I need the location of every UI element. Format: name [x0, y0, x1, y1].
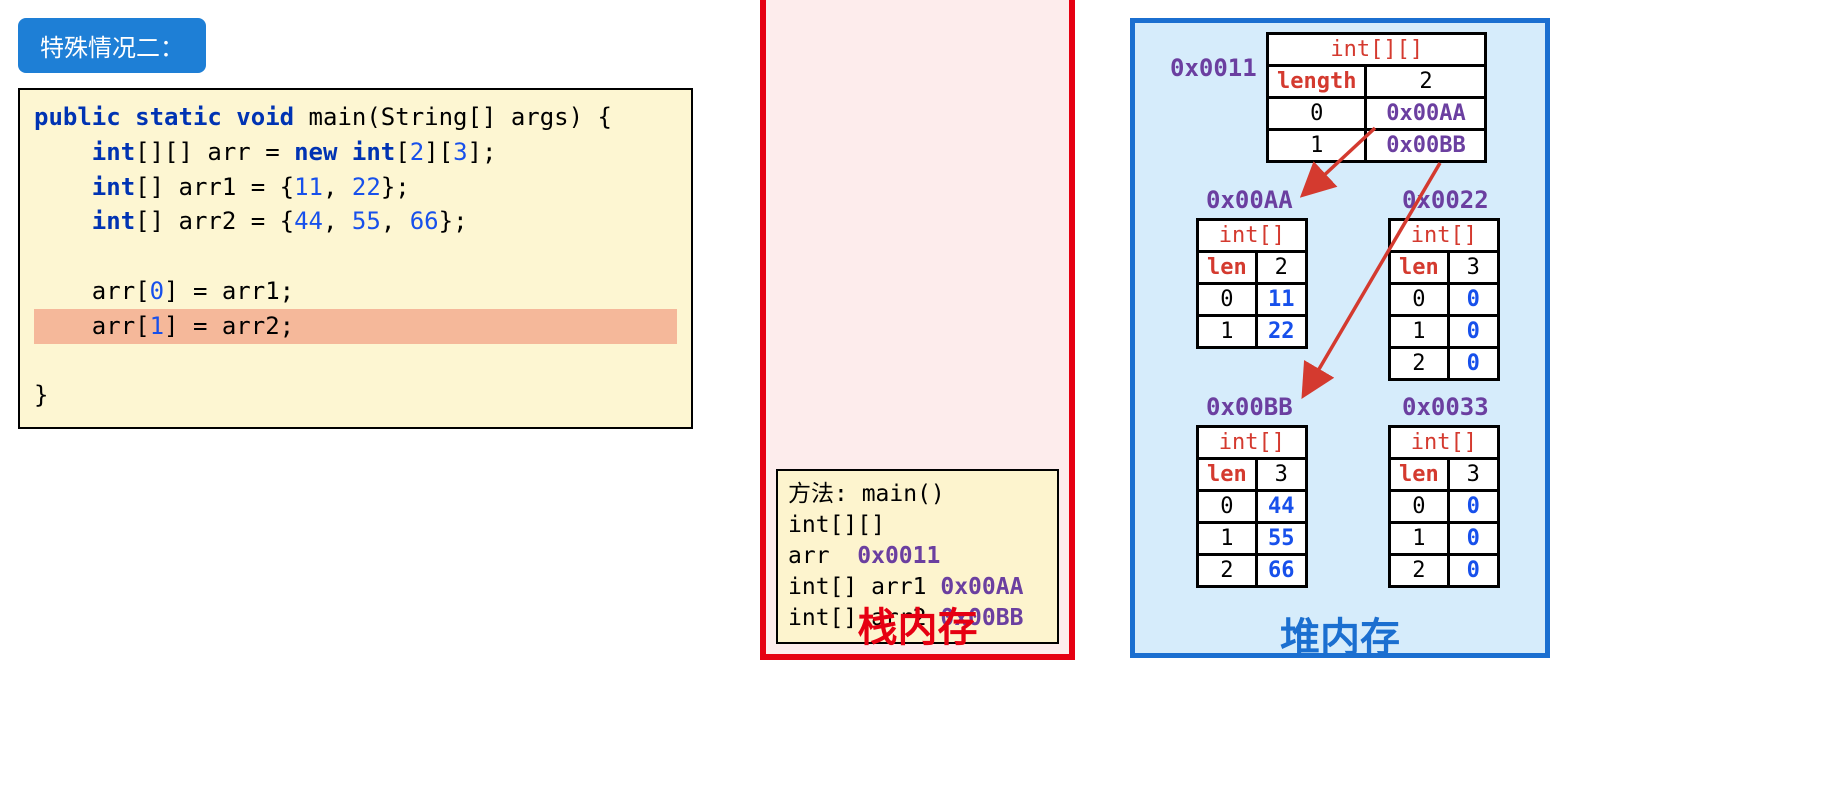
code-text: main(String[] args) { [294, 103, 612, 131]
code-type: int [92, 138, 135, 166]
addr-label-0011: 0x0011 [1170, 54, 1257, 82]
addr-label-0033: 0x0033 [1402, 393, 1489, 421]
addr-label-00BB: 0x00BB [1206, 393, 1293, 421]
heap-table-00AA: int[] len2 011 122 [1196, 218, 1308, 349]
code-kw: public static void [34, 103, 294, 131]
code-block: public static void main(String[] args) {… [18, 88, 693, 429]
frame-title: 方法: main() [788, 479, 1047, 510]
stack-memory-box: 方法: main() int[][] arr 0x0011 int[] arr1… [760, 0, 1075, 660]
heap-label: 堆内存 [1130, 605, 1550, 663]
heap-table-0022: int[] len3 00 10 20 [1388, 218, 1500, 381]
heap-table-0011: int[][] length2 00x00AA 10x00BB [1266, 32, 1487, 163]
heap-table-00BB: int[] len3 044 155 266 [1196, 425, 1308, 588]
addr-label-00AA: 0x00AA [1206, 186, 1293, 214]
stack-label: 栈内存 [760, 595, 1075, 653]
var-addr: 0x0011 [857, 543, 940, 569]
highlighted-line: arr[1] = arr2; [34, 309, 677, 344]
title-badge: 特殊情况二： [18, 18, 206, 73]
addr-label-0022: 0x0022 [1402, 186, 1489, 214]
heap-table-0033: int[] len3 00 10 20 [1388, 425, 1500, 588]
